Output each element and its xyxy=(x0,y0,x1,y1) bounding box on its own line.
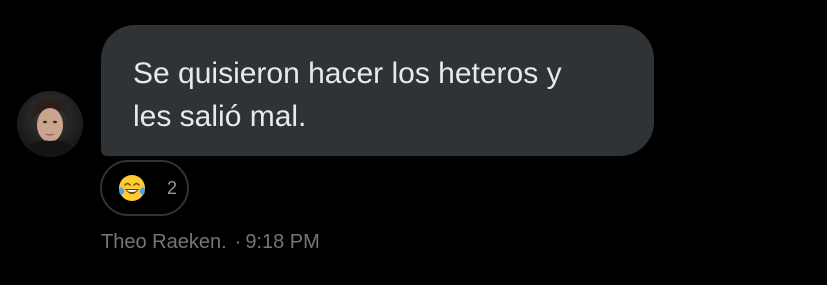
message-meta: Theo Raeken. · 9:18 PM xyxy=(101,230,320,254)
reaction-pill[interactable]: 2 xyxy=(100,160,189,216)
face-with-tears-of-joy-icon xyxy=(119,175,145,201)
reaction-count: 2 xyxy=(167,178,178,198)
sender-name: Theo Raeken. xyxy=(101,231,227,253)
meta-separator: · xyxy=(234,231,242,253)
message-time: 9:18 PM xyxy=(245,231,320,253)
dm-conversation: Se quisieron hacer los heteros y les sal… xyxy=(0,0,827,285)
message-bubble[interactable]: Se quisieron hacer los heteros y les sal… xyxy=(101,25,654,156)
message-text: Se quisieron hacer los heteros y les sal… xyxy=(133,57,562,133)
avatar-photo xyxy=(17,91,83,157)
avatar[interactable] xyxy=(17,91,83,157)
